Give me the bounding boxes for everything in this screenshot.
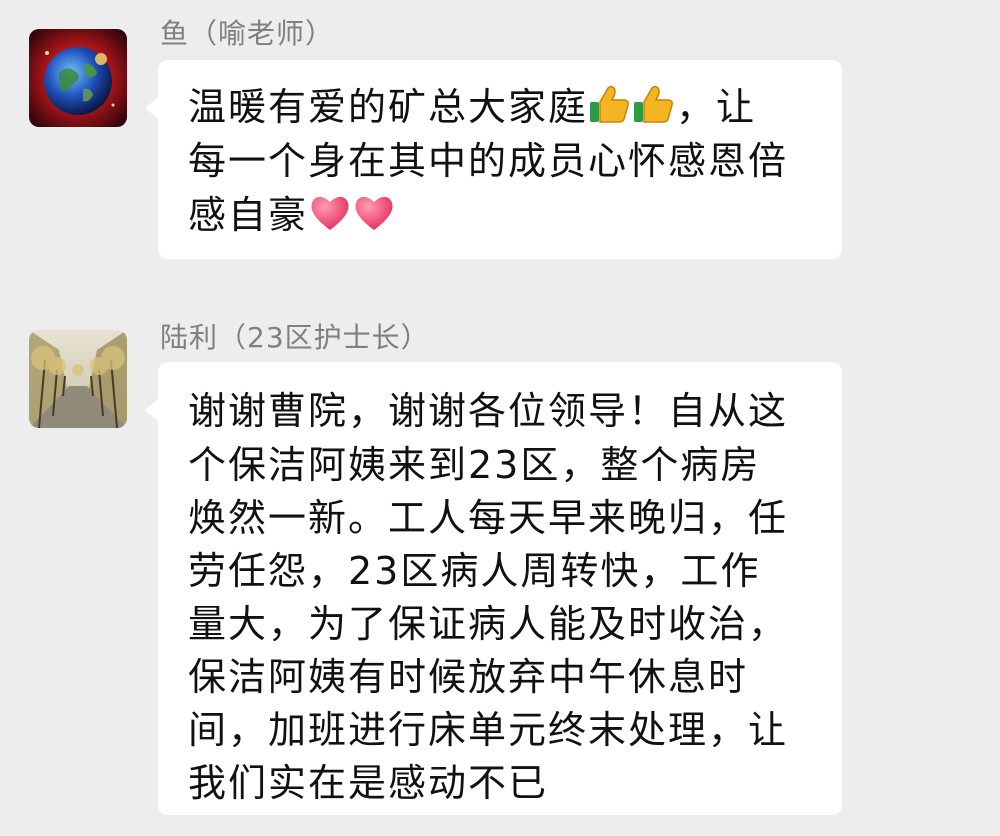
- message-line: 温暖有爱的矿总大家庭 ，让: [188, 82, 756, 132]
- sender-name: 鱼（喻老师）: [160, 17, 335, 50]
- message-line: 间，加班进行床单元终末处理，让: [188, 708, 789, 752]
- message-line: 每一个身在其中的成员心怀感恩倍: [188, 139, 789, 183]
- message-line: 我们实在是感动不已: [188, 761, 549, 805]
- tree-lined-road-avatar-icon: [29, 330, 127, 428]
- avatar[interactable]: [29, 29, 127, 127]
- message-bubble[interactable]: 温暖有爱的矿总大家庭 ，让 每一个身在其中的成员心怀感恩倍 感自豪: [145, 60, 842, 259]
- message-line: 个保洁阿姨来到23区，整个病房: [188, 443, 761, 487]
- thumbs-up-icon: [588, 82, 632, 126]
- sender-name: 陆利（23区护士长）: [160, 321, 430, 354]
- message-text: ，让: [676, 85, 757, 129]
- message-line: 焕然一新。工人每天早来晚归，任: [188, 496, 789, 540]
- message-line: 谢谢曹院，谢谢各位领导！自从这: [188, 389, 789, 433]
- message-text: 温暖有爱的矿总大家庭: [188, 85, 589, 129]
- thumbs-up-icon: [632, 82, 676, 126]
- message-line: 保洁阿姨有时候放弃中午休息时: [188, 655, 749, 699]
- message-line: 感自豪: [188, 190, 396, 240]
- message-line: 劳任怨，23区病人周转快，工作: [188, 549, 761, 593]
- heart-icon: [308, 190, 352, 234]
- message-line: 量大，为了保证病人能及时收治，: [188, 602, 789, 646]
- earth-planet-avatar-icon: [29, 29, 127, 127]
- heart-icon: [352, 190, 396, 234]
- avatar[interactable]: [29, 330, 127, 428]
- message-text: 感自豪: [188, 193, 309, 237]
- message-bubble[interactable]: 谢谢曹院，谢谢各位领导！自从这 个保洁阿姨来到23区，整个病房 焕然一新。工人每…: [145, 362, 842, 815]
